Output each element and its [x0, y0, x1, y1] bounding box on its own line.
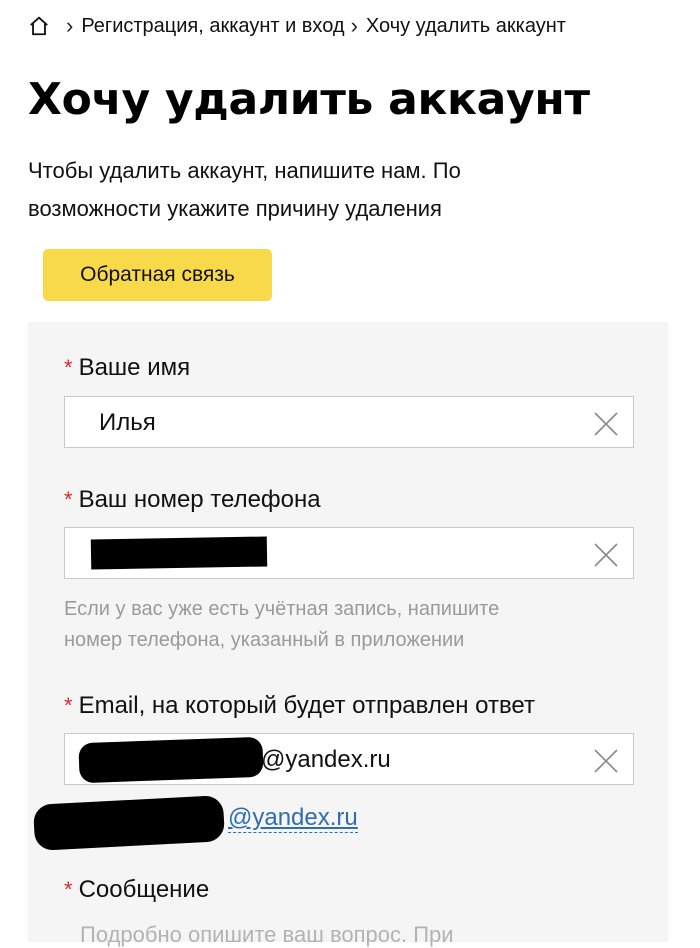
email-value: @yandex.ru: [261, 746, 391, 773]
intro-text: Чтобы удалить аккаунт, напишите нам. По …: [28, 152, 648, 228]
home-icon[interactable]: [28, 15, 50, 37]
name-field[interactable]: Илья: [64, 396, 634, 448]
intro-line-1: Чтобы удалить аккаунт, напишите нам. По: [28, 158, 461, 183]
message-label: * Сообщение: [64, 876, 209, 904]
phone-hint-line-1: Если у вас уже есть учётная запись, напи…: [64, 598, 500, 620]
feedback-form: * Ваше имя Илья * Ваш номер телефона Если …: [28, 322, 668, 947]
redaction-mark: [78, 736, 264, 784]
email-label: * Email, на который будет отправлен ответ: [64, 692, 535, 720]
email-label-text: Email, на который будет отправлен ответ: [78, 692, 535, 719]
phone-hint: Если у вас уже есть учётная запись, напи…: [64, 594, 624, 656]
clear-icon[interactable]: [593, 411, 619, 437]
breadcrumb-link-registration[interactable]: Регистрация, аккаунт и вход: [81, 15, 344, 38]
name-label: * Ваше имя: [64, 354, 190, 382]
chevron-right-icon: ›: [66, 13, 74, 38]
message-label-text: Сообщение: [78, 876, 210, 903]
required-mark: *: [64, 693, 73, 718]
intro-line-2: возможности укажите причину удаления: [28, 196, 442, 221]
required-mark: *: [64, 355, 73, 380]
phone-label: * Ваш номер телефона: [64, 486, 321, 514]
redaction-mark: [32, 795, 226, 851]
page-title: Хочу удалить аккаунт: [28, 74, 590, 125]
clear-icon[interactable]: [593, 542, 619, 568]
feedback-button[interactable]: Обратная связь: [43, 249, 272, 301]
chevron-right-icon: ›: [350, 13, 358, 38]
required-mark: *: [64, 487, 73, 512]
breadcrumb-link-current[interactable]: Хочу удалить аккаунт: [366, 15, 566, 38]
required-mark: *: [64, 877, 73, 902]
name-value: Илья: [99, 409, 156, 436]
name-label-text: Ваше имя: [78, 354, 191, 381]
redaction-mark: [90, 536, 268, 570]
phone-hint-line-2: номер телефона, указанный в приложении: [64, 629, 465, 651]
email-field[interactable]: @yandex.ru: [64, 733, 634, 785]
clear-icon[interactable]: [593, 748, 619, 774]
email-suggestion-link[interactable]: @yandex.ru: [228, 804, 358, 833]
breadcrumb: › Регистрация, аккаунт и вход › Хочу уда…: [28, 10, 566, 42]
message-textarea-placeholder[interactable]: Подробно опишите ваш вопрос. При: [80, 922, 454, 948]
phone-field[interactable]: [64, 527, 634, 579]
phone-label-text: Ваш номер телефона: [78, 486, 321, 513]
